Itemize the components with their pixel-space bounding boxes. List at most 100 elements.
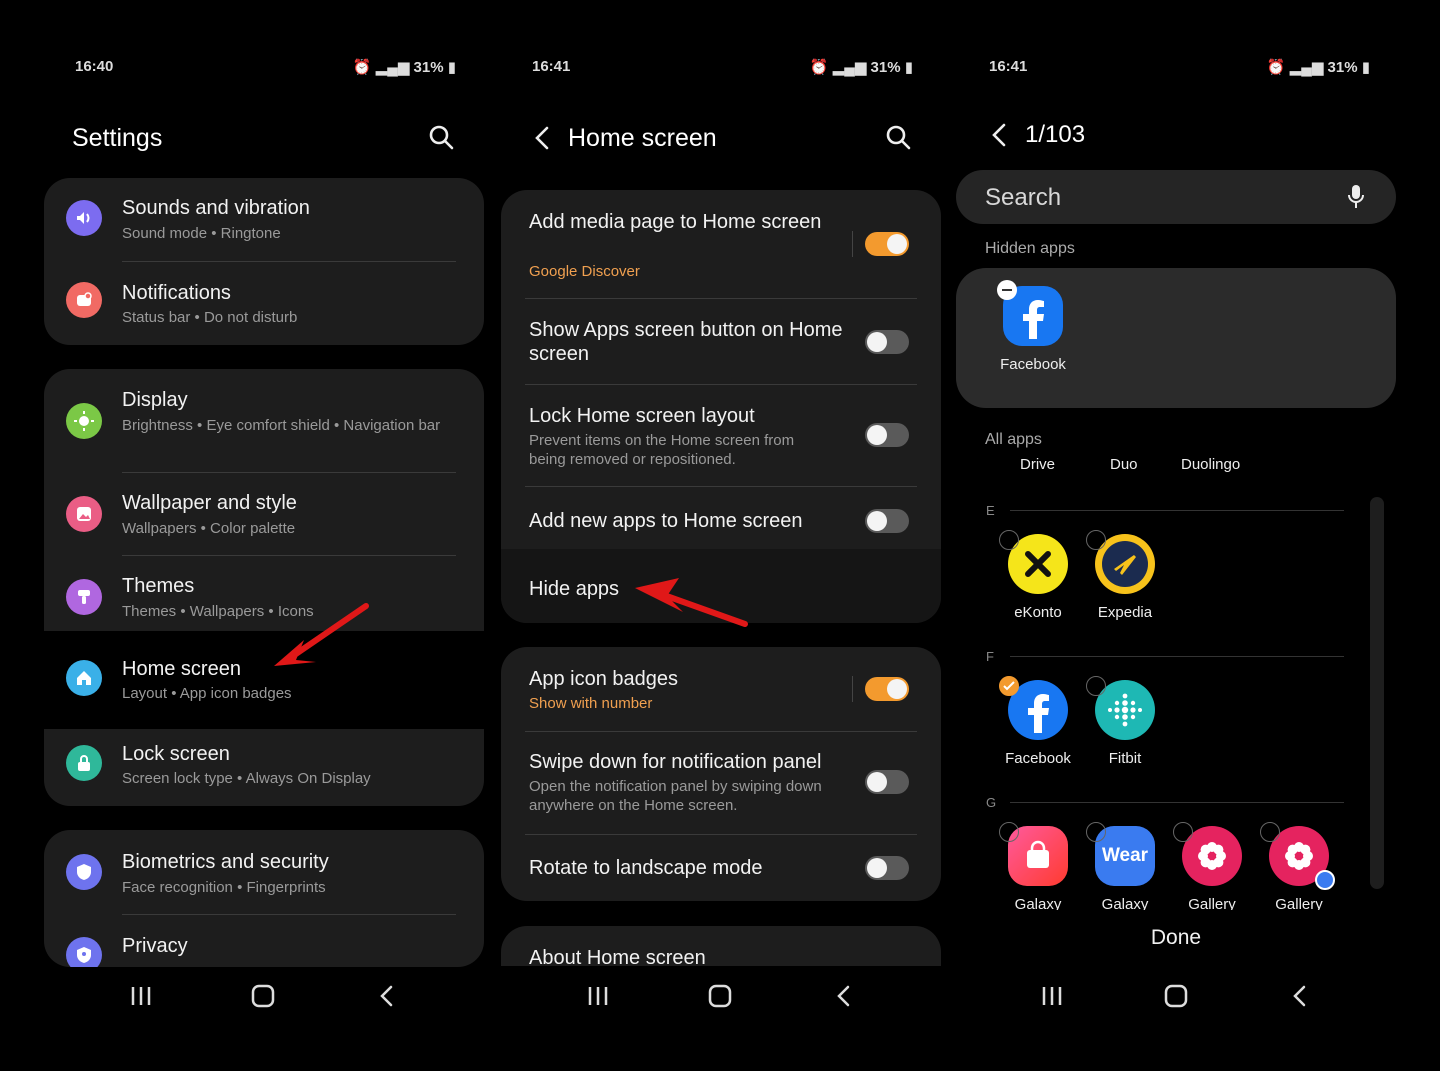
item-subtitle: Wallpapers • Color palette xyxy=(122,520,296,537)
app-gallery-secure[interactable]: Gallery xyxy=(1254,822,1344,910)
facebook-icon xyxy=(997,280,1063,346)
page-title: Home screen xyxy=(568,124,717,152)
scrollbar[interactable] xyxy=(1370,497,1384,889)
app-facebook[interactable]: Facebook xyxy=(993,676,1083,767)
app-name[interactable]: Duolingo xyxy=(1181,456,1240,473)
toggle-switch-off[interactable] xyxy=(865,770,909,794)
section-letter: F xyxy=(986,649,994,664)
navigation-bar xyxy=(30,975,486,1015)
status-icons: ⏰ ▂▄▆ 31% ▮ xyxy=(1267,58,1370,76)
select-checkbox[interactable] xyxy=(1173,822,1193,842)
section-g-apps: Galaxy Wear Galaxy Gallery Gallery xyxy=(944,820,1364,910)
setting-show-apps-button[interactable]: Show Apps screen button on Home screen xyxy=(501,299,941,385)
settings-item-display[interactable]: Display Brightness • Eye comfort shield … xyxy=(44,369,484,472)
item-subtitle: Status bar • Do not disturb xyxy=(122,309,298,326)
setting-description: Prevent items on the Home screen from be… xyxy=(529,432,795,468)
select-checkbox[interactable] xyxy=(1086,530,1106,550)
setting-lock-layout[interactable]: Lock Home screen layout Prevent items on… xyxy=(501,385,941,487)
item-title: Home screen xyxy=(122,658,241,680)
setting-swipe-down-notification[interactable]: Swipe down for notification panel Open t… xyxy=(501,732,941,834)
home-nav-icon[interactable] xyxy=(248,983,278,1009)
wifi-signal-icon: ▂▄▆ xyxy=(1289,59,1324,76)
app-galaxy-store[interactable]: Galaxy xyxy=(993,822,1083,910)
search-icon[interactable] xyxy=(426,122,458,154)
microphone-icon[interactable] xyxy=(1346,184,1366,210)
recents-icon[interactable] xyxy=(583,983,613,1009)
app-name[interactable]: Drive xyxy=(1020,456,1055,473)
app-fitbit[interactable]: Fitbit xyxy=(1080,676,1170,767)
app-expedia[interactable]: Expedia xyxy=(1080,530,1170,621)
app-name: Galaxy xyxy=(1101,896,1149,910)
recents-icon[interactable] xyxy=(126,983,156,1009)
home-nav-icon[interactable] xyxy=(705,983,735,1009)
app-bar: 1/103 xyxy=(986,117,1372,157)
notification-icon xyxy=(66,282,102,318)
app-name: Facebook xyxy=(1005,750,1071,767)
check-icon[interactable] xyxy=(999,676,1019,696)
select-checkbox[interactable] xyxy=(1086,676,1106,696)
back-arrow-icon[interactable] xyxy=(529,122,559,154)
settings-item-biometrics[interactable]: Biometrics and security Face recognition… xyxy=(44,830,484,914)
toggle-switch-off[interactable] xyxy=(865,423,909,447)
wear-icon-text: Wear xyxy=(1101,845,1149,866)
hidden-app-facebook[interactable]: Facebook xyxy=(988,280,1078,373)
back-nav-icon[interactable] xyxy=(372,983,402,1009)
search-input[interactable]: Search xyxy=(956,170,1396,224)
app-name: Gallery xyxy=(1188,896,1236,910)
setting-add-new-apps[interactable]: Add new apps to Home screen xyxy=(501,487,941,549)
setting-rotate-landscape[interactable]: Rotate to landscape mode xyxy=(501,835,941,901)
app-name: eKonto xyxy=(1014,604,1062,621)
about-home-screen-card[interactable]: About Home screen xyxy=(501,926,941,966)
home-settings-group-2: App icon badges Show with number Swipe d… xyxy=(501,647,941,901)
remove-icon[interactable] xyxy=(997,280,1017,300)
recents-icon[interactable] xyxy=(1037,983,1067,1009)
battery-icon: ▮ xyxy=(447,59,456,76)
toggle-switch-on[interactable] xyxy=(865,232,909,256)
back-nav-icon[interactable] xyxy=(829,983,859,1009)
home-nav-icon[interactable] xyxy=(1161,983,1191,1009)
toggle-switch-off[interactable] xyxy=(865,509,909,533)
app-ekonto[interactable]: eKonto xyxy=(993,530,1083,621)
secure-folder-badge-icon xyxy=(1315,870,1335,890)
back-arrow-icon[interactable] xyxy=(986,119,1016,151)
app-name: Gallery xyxy=(1275,896,1323,910)
toggle-switch-off[interactable] xyxy=(865,330,909,354)
item-subtitle: Face recognition • Fingerprints xyxy=(122,879,326,896)
search-icon[interactable] xyxy=(883,122,915,154)
select-checkbox[interactable] xyxy=(999,822,1019,842)
sun-icon xyxy=(66,403,102,439)
item-title: Biometrics and security xyxy=(122,851,329,873)
settings-group-display: Display Brightness • Eye comfort shield … xyxy=(40,369,486,806)
settings-item-privacy[interactable]: Privacy xyxy=(44,915,484,967)
settings-item-notifications[interactable]: Notifications Status bar • Do not distur… xyxy=(44,262,484,345)
select-checkbox[interactable] xyxy=(999,530,1019,550)
section-divider xyxy=(1010,510,1344,511)
settings-item-wallpaper[interactable]: Wallpaper and style Wallpapers • Color p… xyxy=(44,473,484,556)
done-button[interactable]: Done xyxy=(944,926,1400,950)
page-title: Settings xyxy=(72,124,163,152)
navigation-bar xyxy=(487,975,943,1015)
wifi-signal-icon: ▂▄▆ xyxy=(832,59,867,76)
item-subtitle: Brightness • Eye comfort shield • Naviga… xyxy=(122,417,441,434)
setting-app-icon-badges[interactable]: App icon badges Show with number xyxy=(501,647,941,731)
setting-add-media-page[interactable]: Add media page to Home screen Google Dis… xyxy=(501,190,941,298)
hidden-apps-container: Facebook xyxy=(956,268,1396,408)
settings-item-sounds[interactable]: Sounds and vibration Sound mode • Ringto… xyxy=(44,178,484,262)
app-gallery[interactable]: Gallery xyxy=(1167,822,1257,910)
toggle-switch-on[interactable] xyxy=(865,677,909,701)
alarm-icon: ⏰ xyxy=(809,59,829,76)
select-checkbox[interactable] xyxy=(1260,822,1280,842)
setting-title: Lock Home screen layout xyxy=(529,405,755,427)
app-name[interactable]: Duo xyxy=(1110,456,1138,473)
battery-percent: 31% xyxy=(1327,59,1358,76)
select-checkbox[interactable] xyxy=(1086,822,1106,842)
alarm-icon: ⏰ xyxy=(352,59,372,76)
app-galaxy-wearable[interactable]: Wear Galaxy xyxy=(1080,822,1170,910)
about-home-screen[interactable]: About Home screen xyxy=(501,926,941,966)
setting-title: Swipe down for notification panel xyxy=(529,751,822,773)
status-time: 16:41 xyxy=(532,58,571,75)
back-nav-icon[interactable] xyxy=(1285,983,1315,1009)
separator xyxy=(852,676,853,702)
settings-item-lock-screen[interactable]: Lock screen Screen lock type • Always On… xyxy=(44,729,484,806)
toggle-switch-off[interactable] xyxy=(865,856,909,880)
